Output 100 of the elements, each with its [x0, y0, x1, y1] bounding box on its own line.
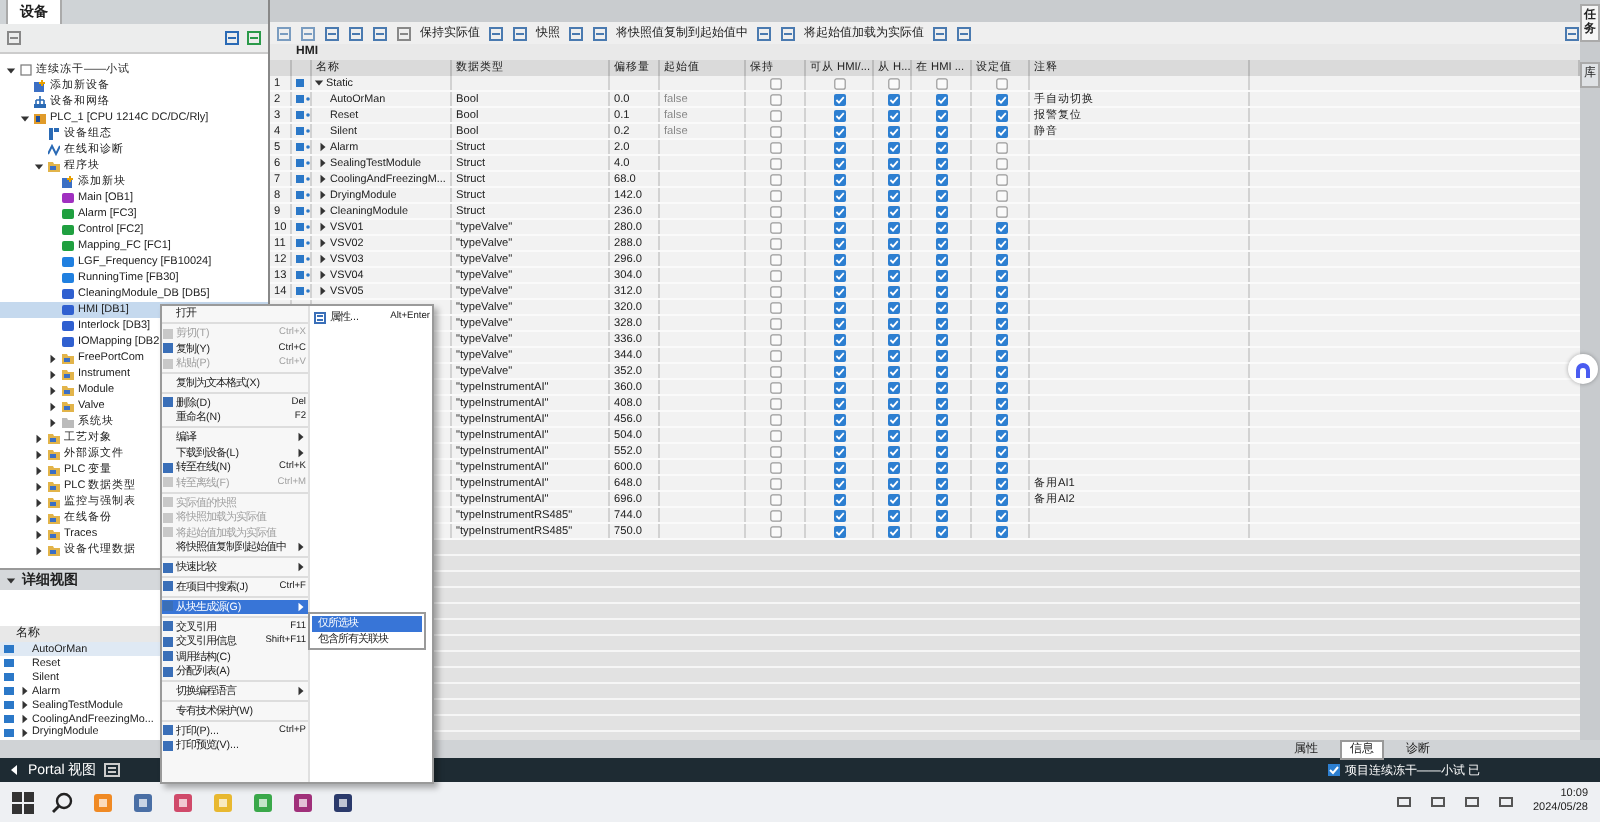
expand-arrow-icon[interactable]: [34, 481, 44, 491]
expand-arrow-icon[interactable]: [318, 158, 328, 168]
expand-arrow-icon[interactable]: [34, 513, 44, 523]
checkbox[interactable]: [995, 189, 1007, 201]
check-icon: [1328, 764, 1341, 776]
checkbox[interactable]: [770, 333, 782, 345]
expand-arrow-icon[interactable]: [318, 190, 328, 200]
collapse-arrow-icon[interactable]: [314, 78, 324, 88]
collapse-arrow-icon[interactable]: [6, 65, 16, 75]
toolbar-icon[interactable]: [568, 25, 584, 41]
expand-arrow-icon[interactable]: [34, 497, 44, 507]
toolbar-icon[interactable]: [396, 25, 412, 41]
expand-arrow-icon[interactable]: [318, 142, 328, 152]
overview-icon[interactable]: [104, 762, 121, 778]
checkbox[interactable]: [770, 365, 782, 377]
checkbox[interactable]: [770, 493, 782, 505]
expand-arrow-icon[interactable]: [318, 238, 328, 248]
checkbox[interactable]: [770, 173, 782, 185]
toolbar-icon[interactable]: [756, 25, 772, 41]
checkbox[interactable]: [770, 237, 782, 249]
expand-arrow-icon[interactable]: [34, 465, 44, 475]
folder-icon: [62, 384, 74, 396]
expand-arrow-icon[interactable]: [20, 686, 30, 697]
checkbox[interactable]: [770, 301, 782, 313]
checkbox[interactable]: [995, 205, 1007, 217]
checkbox[interactable]: [770, 445, 782, 457]
checkbox[interactable]: [887, 77, 899, 89]
collapse-arrow-icon[interactable]: [6, 575, 16, 585]
variable-icon: [296, 94, 310, 104]
app-icon[interactable]: [332, 791, 354, 813]
toolbar-icon[interactable]: [956, 25, 972, 41]
checkbox[interactable]: [770, 221, 782, 233]
checkbox[interactable]: [770, 141, 782, 153]
expand-arrow-icon[interactable]: [48, 385, 58, 395]
expand-arrow-icon[interactable]: [20, 714, 30, 724]
toolbar-icon[interactable]: [246, 30, 262, 46]
folder-icon: [48, 432, 60, 444]
checkbox[interactable]: [995, 141, 1007, 153]
checkbox[interactable]: [995, 77, 1007, 89]
toolbar-icon[interactable]: [932, 25, 948, 41]
expand-arrow-icon[interactable]: [34, 449, 44, 459]
search-icon[interactable]: [52, 791, 74, 813]
add-icon: [34, 80, 46, 92]
expand-arrow-icon[interactable]: [318, 222, 328, 232]
expand-arrow-icon[interactable]: [48, 369, 58, 379]
checkbox[interactable]: [770, 253, 782, 265]
toolbar-icon[interactable]: [488, 25, 504, 41]
checkbox[interactable]: [936, 77, 948, 89]
toolbar-icon[interactable]: [780, 25, 796, 41]
toolbar-icon[interactable]: [6, 30, 22, 46]
checkbox[interactable]: [770, 189, 782, 201]
expand-arrow-icon[interactable]: [318, 206, 328, 216]
checkbox[interactable]: [770, 93, 782, 105]
expand-arrow-icon[interactable]: [20, 700, 30, 711]
expand-arrow-icon[interactable]: [318, 254, 328, 264]
checkbox[interactable]: [770, 205, 782, 217]
expand-arrow-icon[interactable]: [48, 353, 58, 363]
toolbar-icon[interactable]: [512, 25, 528, 41]
collapse-arrow-icon[interactable]: [20, 113, 30, 123]
checkbox[interactable]: [770, 509, 782, 521]
toolbar-icon[interactable]: [324, 25, 340, 41]
checkbox[interactable]: [770, 429, 782, 441]
checkbox[interactable]: [770, 77, 782, 89]
app-icon[interactable]: [292, 791, 314, 813]
checkbox[interactable]: [770, 413, 782, 425]
checkbox[interactable]: [770, 397, 782, 409]
expand-arrow-icon[interactable]: [20, 727, 30, 738]
expand-arrow-icon[interactable]: [48, 417, 58, 427]
toolbar-icon[interactable]: [276, 25, 292, 41]
checkbox[interactable]: [770, 269, 782, 281]
variable-icon: [296, 126, 310, 136]
collapse-arrow-icon[interactable]: [34, 161, 44, 171]
toolbar-icon[interactable]: [348, 25, 364, 41]
checkbox[interactable]: [834, 77, 846, 89]
checkbox[interactable]: [770, 461, 782, 473]
expand-arrow-icon[interactable]: [318, 270, 328, 280]
checkbox[interactable]: [770, 477, 782, 489]
checkbox[interactable]: [770, 109, 782, 121]
expand-arrow-icon[interactable]: [34, 545, 44, 555]
checkbox[interactable]: [770, 157, 782, 169]
windows-logo-icon[interactable]: [12, 791, 34, 813]
checkbox[interactable]: [995, 173, 1007, 185]
checkbox[interactable]: [770, 125, 782, 137]
toolbar-icon[interactable]: [300, 25, 316, 41]
expand-arrow-icon[interactable]: [34, 433, 44, 443]
toolbar-icon[interactable]: [592, 25, 608, 41]
expand-arrow-icon[interactable]: [48, 401, 58, 411]
expand-arrow-icon[interactable]: [318, 286, 328, 296]
checkbox[interactable]: [770, 285, 782, 297]
checkbox[interactable]: [770, 381, 782, 393]
app-icon[interactable]: [132, 791, 154, 813]
toolbar-icon[interactable]: [224, 30, 240, 46]
checkbox[interactable]: [770, 525, 782, 537]
checkbox[interactable]: [770, 349, 782, 361]
expand-arrow-icon[interactable]: [34, 529, 44, 539]
checkbox[interactable]: [995, 157, 1007, 169]
toolbar-icon[interactable]: [372, 25, 388, 41]
toolbar-icon[interactable]: [1564, 25, 1580, 41]
checkbox[interactable]: [770, 317, 782, 329]
expand-arrow-icon[interactable]: [318, 174, 328, 184]
